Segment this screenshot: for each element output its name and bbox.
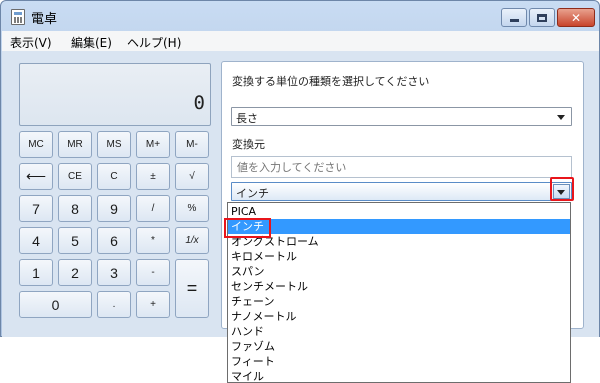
unit-type-select[interactable]: 長さ [231, 107, 572, 126]
menu-bar: 表示(V) 編集(E) ヘルプ(H) [2, 31, 599, 51]
key-5[interactable]: 5 [58, 227, 92, 254]
minimize-button[interactable] [501, 8, 527, 27]
unit-type-prompt: 変換する単位の種類を選択してください [232, 75, 430, 88]
dropdown-option[interactable]: オングストローム [228, 234, 570, 249]
close-button[interactable]: ✕ [557, 8, 595, 27]
key-equals[interactable]: = [175, 259, 209, 318]
dropdown-option[interactable]: ファゾム [228, 339, 570, 354]
key-minus[interactable]: - [136, 259, 170, 286]
close-icon: ✕ [570, 10, 582, 25]
key-m-minus[interactable]: M- [175, 131, 209, 158]
key-percent[interactable]: % [175, 195, 209, 222]
dropdown-option[interactable]: センチメートル [228, 279, 570, 294]
from-unit-select[interactable]: インチ [231, 182, 572, 201]
key-reciprocal[interactable]: 1/x [175, 227, 209, 254]
callout-highlight-option [224, 218, 271, 238]
key-divide[interactable]: / [136, 195, 170, 222]
dropdown-option[interactable]: チェーン [228, 294, 570, 309]
maximize-icon [537, 13, 547, 22]
dropdown-option[interactable]: スパン [228, 264, 570, 279]
key-7[interactable]: 7 [19, 195, 53, 222]
callout-highlight-arrow [550, 177, 574, 201]
key-8[interactable]: 8 [58, 195, 92, 222]
window-title: 電卓 [31, 12, 58, 27]
menu-view[interactable]: 表示(V) [10, 34, 52, 51]
key-6[interactable]: 6 [97, 227, 131, 254]
key-backspace[interactable]: ⟵ [19, 163, 53, 190]
calculator-display: 0 [19, 63, 211, 126]
key-3[interactable]: 3 [97, 259, 131, 286]
unit-type-value: 長さ [236, 112, 258, 125]
key-sqrt[interactable]: √ [175, 163, 209, 190]
key-2[interactable]: 2 [58, 259, 92, 286]
key-mr[interactable]: MR [58, 131, 92, 158]
dropdown-option[interactable]: ハンド [228, 324, 570, 339]
calculator-icon [11, 9, 25, 25]
menu-help[interactable]: ヘルプ(H) [127, 34, 181, 51]
key-0[interactable]: 0 [19, 291, 92, 318]
chevron-down-icon [557, 115, 565, 120]
dropdown-option-selected[interactable]: インチ [228, 219, 570, 234]
key-plus[interactable]: + [136, 291, 170, 318]
dropdown-option[interactable]: フィート [228, 354, 570, 369]
key-ms[interactable]: MS [97, 131, 131, 158]
from-label: 変換元 [232, 138, 265, 151]
from-unit-value: インチ [236, 187, 269, 200]
title-bar[interactable]: 電卓 ✕ [1, 1, 599, 31]
key-m-plus[interactable]: M+ [136, 131, 170, 158]
dropdown-option[interactable]: ナノメートル [228, 309, 570, 324]
menu-edit[interactable]: 編集(E) [71, 34, 112, 51]
key-mc[interactable]: MC [19, 131, 53, 158]
display-value: 0 [193, 92, 205, 114]
key-decimal[interactable]: . [97, 291, 131, 318]
dropdown-option[interactable]: キロメートル [228, 249, 570, 264]
key-ce[interactable]: CE [58, 163, 92, 190]
maximize-button[interactable] [529, 8, 555, 27]
key-9[interactable]: 9 [97, 195, 131, 222]
key-1[interactable]: 1 [19, 259, 53, 286]
value-input[interactable] [231, 156, 572, 178]
unit-dropdown-list: PICA インチ オングストローム キロメートル スパン センチメートル チェー… [227, 202, 571, 383]
key-4[interactable]: 4 [19, 227, 53, 254]
minimize-icon [509, 19, 519, 22]
dropdown-option[interactable]: マイル [228, 369, 570, 383]
key-multiply[interactable]: * [136, 227, 170, 254]
key-c[interactable]: C [97, 163, 131, 190]
dropdown-option[interactable]: PICA [228, 204, 570, 219]
key-plus-minus[interactable]: ± [136, 163, 170, 190]
